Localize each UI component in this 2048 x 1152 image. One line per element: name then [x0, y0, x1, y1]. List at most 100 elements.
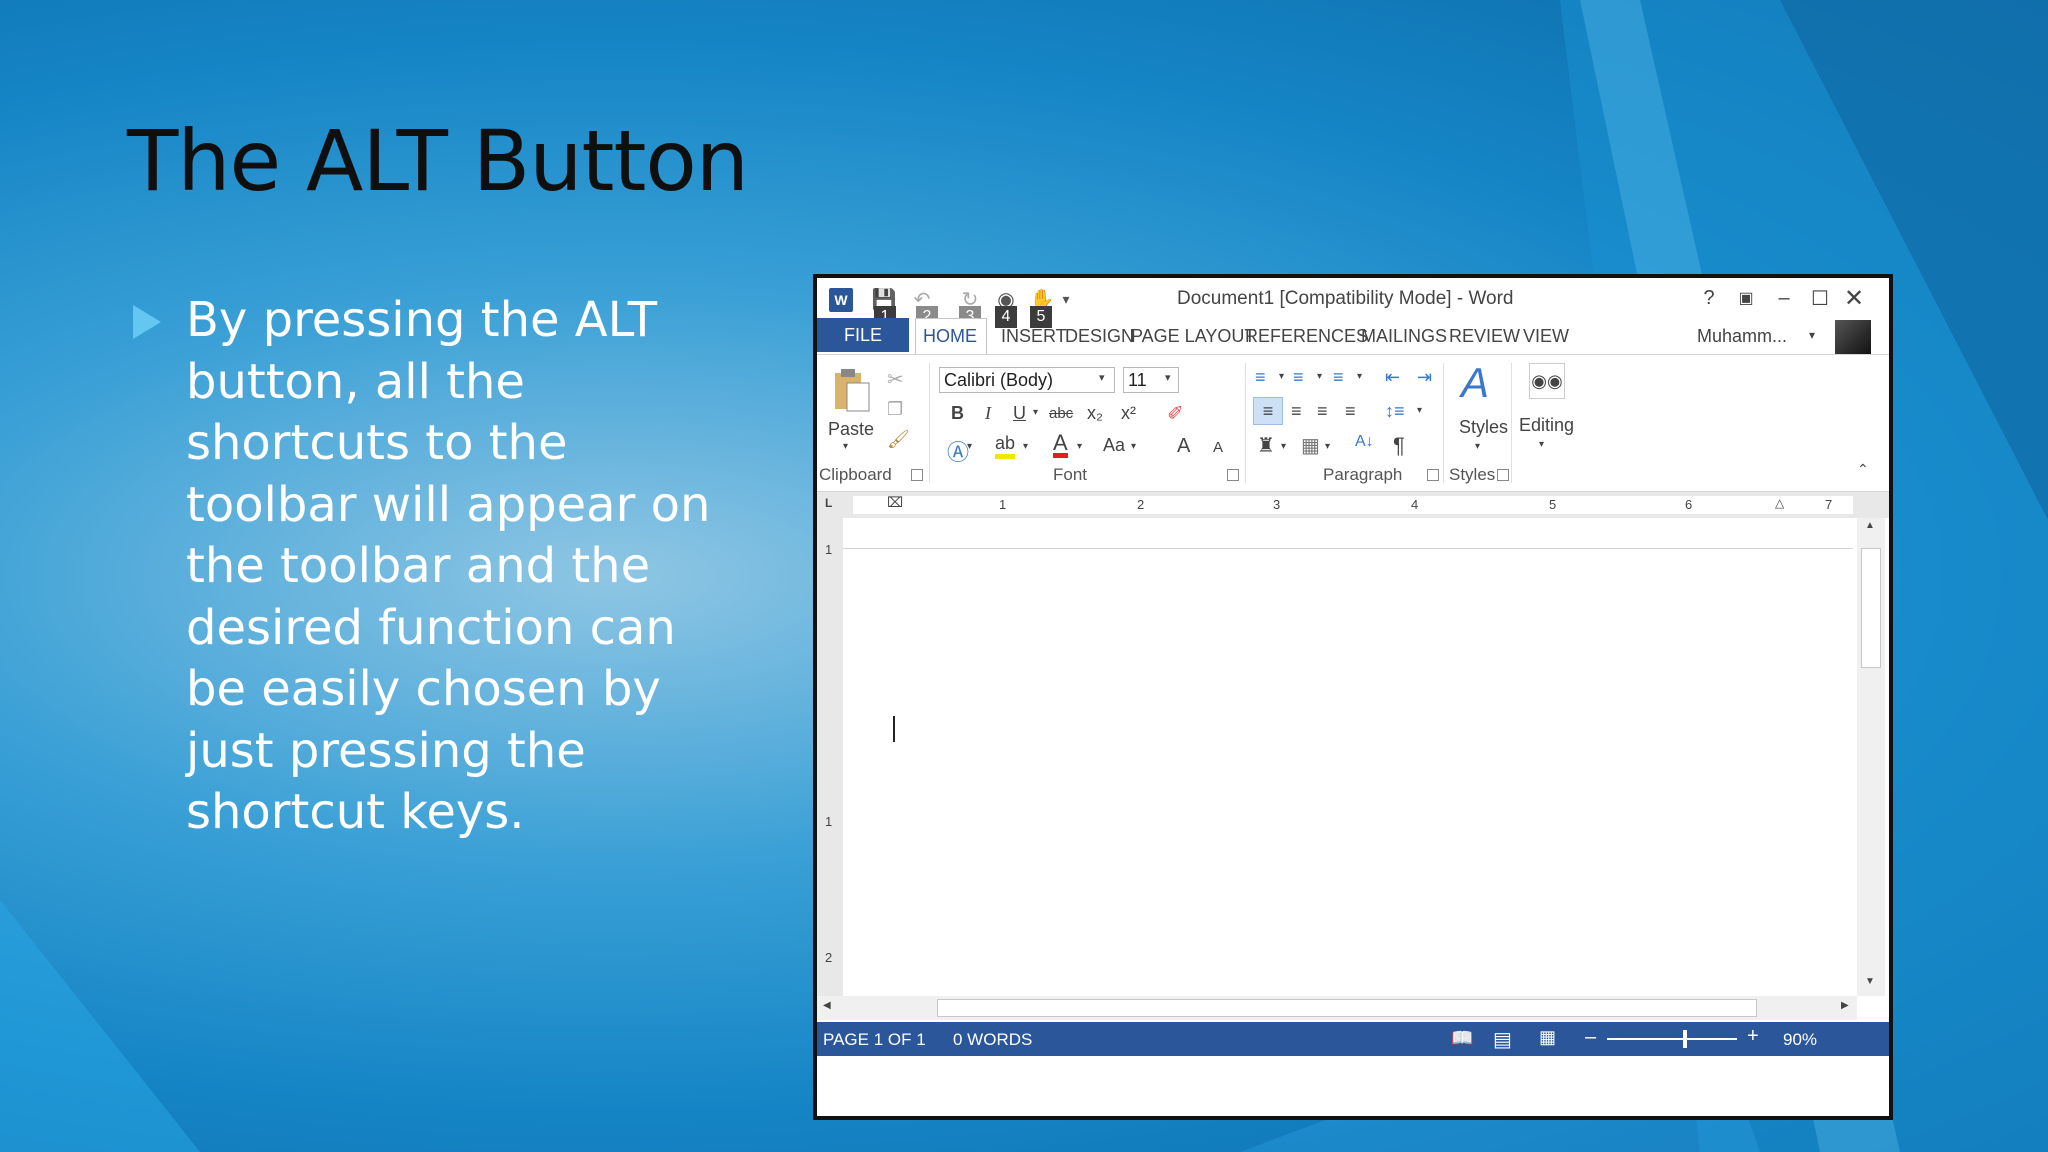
help-button[interactable]: ? — [1692, 284, 1726, 312]
multilevel-list-icon[interactable]: ≡ — [1333, 367, 1344, 388]
paste-dropdown-icon[interactable]: ▾ — [843, 441, 848, 452]
clipboard-launcher-icon[interactable] — [911, 469, 923, 481]
horizontal-ruler[interactable]: 1 2 3 4 5 6 7 ⌧ △ — [853, 494, 1853, 514]
user-name[interactable]: Muhamm... — [1697, 326, 1787, 347]
page-count[interactable]: PAGE 1 OF 1 — [823, 1030, 926, 1050]
decrease-indent-icon[interactable]: ⇤ — [1385, 367, 1400, 388]
tab-home[interactable]: HOME — [923, 326, 977, 347]
collapse-ribbon-icon[interactable]: ⌃ — [1857, 461, 1869, 478]
numbering-icon[interactable]: ≡ — [1293, 367, 1304, 388]
scroll-right-icon[interactable]: ▶ — [1841, 1000, 1849, 1011]
horizontal-scrollbar[interactable]: ◀ ▶ — [817, 996, 1857, 1020]
tab-view[interactable]: VIEW — [1523, 326, 1569, 347]
paragraph-launcher-icon[interactable] — [1427, 469, 1439, 481]
bold-button[interactable]: B — [951, 403, 964, 424]
word-count[interactable]: 0 WORDS — [953, 1030, 1032, 1050]
tab-insert[interactable]: INSERT — [1001, 326, 1067, 347]
print-layout-icon[interactable]: ▤ — [1493, 1027, 1512, 1052]
numbering-dropdown-icon[interactable]: ▾ — [1317, 371, 1322, 382]
font-launcher-icon[interactable] — [1227, 469, 1239, 481]
zoom-level[interactable]: 90% — [1783, 1030, 1817, 1050]
highlight-dropdown-icon[interactable]: ▾ — [1023, 441, 1028, 452]
tab-design[interactable]: DESIGN — [1065, 326, 1134, 347]
indent-marker-icon[interactable]: ⌧ — [887, 494, 903, 511]
underline-dropdown-icon[interactable]: ▾ — [1033, 407, 1038, 418]
styles-icon[interactable]: A — [1461, 359, 1489, 407]
copy-icon[interactable]: ❐ — [887, 399, 903, 420]
styles-dropdown-icon[interactable]: ▾ — [1475, 441, 1480, 452]
text-effects-icon[interactable]: Ⓐ — [947, 435, 969, 467]
tab-selector-icon[interactable]: L — [825, 496, 832, 510]
superscript-button[interactable]: x² — [1121, 403, 1136, 424]
underline-button[interactable]: U — [1013, 403, 1026, 424]
horizontal-scroll-thumb[interactable] — [937, 999, 1757, 1017]
grow-font-button[interactable]: A — [1177, 435, 1190, 458]
align-left-icon[interactable]: ≡ — [1253, 397, 1283, 425]
shrink-font-button[interactable]: A — [1213, 439, 1223, 456]
font-size-dropdown-icon[interactable]: ▾ — [1165, 371, 1171, 384]
highlight-color-icon[interactable]: ab — [995, 433, 1016, 459]
tab-review[interactable]: REVIEW — [1449, 326, 1520, 347]
show-hide-marks-icon[interactable]: ¶ — [1393, 433, 1405, 459]
close-icon[interactable]: ✕ — [1837, 284, 1871, 312]
line-spacing-icon[interactable]: ↕≡ — [1385, 401, 1405, 422]
change-case-dropdown-icon[interactable]: ▾ — [1131, 441, 1136, 452]
align-right-icon[interactable]: ≡ — [1317, 401, 1328, 422]
font-color-icon[interactable]: A — [1053, 432, 1068, 458]
zoom-out-icon[interactable]: – — [1585, 1026, 1596, 1049]
subscript-button[interactable]: x₂ — [1087, 403, 1103, 424]
multilevel-dropdown-icon[interactable]: ▾ — [1357, 371, 1362, 382]
paste-icon[interactable] — [829, 365, 873, 415]
line-spacing-dropdown-icon[interactable]: ▾ — [1417, 405, 1422, 416]
justify-icon[interactable]: ≡ — [1345, 401, 1356, 422]
change-case-button[interactable]: Aa — [1103, 435, 1125, 456]
italic-button[interactable]: I — [985, 403, 991, 424]
scroll-down-icon[interactable]: ▼ — [1865, 976, 1875, 987]
right-indent-marker-icon[interactable]: △ — [1775, 496, 1784, 510]
bullets-icon[interactable]: ≡ — [1255, 367, 1266, 388]
scroll-up-icon[interactable]: ▲ — [1865, 520, 1875, 531]
bullets-dropdown-icon[interactable]: ▾ — [1279, 371, 1284, 382]
customize-qat-icon[interactable]: ▾ — [1053, 286, 1079, 312]
tab-references[interactable]: REFERENCES — [1245, 326, 1368, 347]
minimize-icon[interactable]: – — [1767, 284, 1801, 312]
vertical-scrollbar[interactable]: ▲ ▼ — [1857, 518, 1885, 996]
zoom-slider-thumb[interactable] — [1683, 1030, 1687, 1048]
borders-dropdown-icon[interactable]: ▾ — [1325, 441, 1330, 452]
read-mode-icon[interactable]: 📖 — [1451, 1028, 1473, 1049]
avatar[interactable] — [1835, 320, 1871, 354]
vertical-scroll-thumb[interactable] — [1861, 548, 1881, 668]
tab-mailings[interactable]: MAILINGS — [1361, 326, 1447, 347]
editing-button[interactable]: Editing — [1519, 415, 1574, 436]
ribbon-display-options-icon[interactable]: ▣ — [1729, 284, 1763, 312]
window-title: Document1 [Compatibility Mode] - Word — [1177, 288, 1514, 309]
web-layout-icon[interactable]: ▦ — [1539, 1027, 1556, 1048]
font-name-combobox[interactable]: Calibri (Body) — [939, 367, 1115, 393]
text-effects-dropdown-icon[interactable]: ▾ — [967, 441, 972, 452]
styles-launcher-icon[interactable] — [1497, 469, 1509, 481]
binoculars-icon[interactable]: ◉◉ — [1529, 363, 1565, 399]
scroll-left-icon[interactable]: ◀ — [823, 1000, 831, 1011]
zoom-slider[interactable] — [1607, 1038, 1737, 1040]
font-color-dropdown-icon[interactable]: ▾ — [1077, 441, 1082, 452]
shading-icon[interactable]: ♜ — [1257, 433, 1275, 458]
align-center-icon[interactable]: ≡ — [1291, 401, 1302, 422]
zoom-in-icon[interactable]: + — [1747, 1025, 1759, 1048]
paste-button[interactable]: Paste — [828, 419, 874, 440]
increase-indent-icon[interactable]: ⇥ — [1417, 367, 1432, 388]
cut-icon[interactable]: ✂ — [887, 367, 904, 392]
clear-formatting-icon[interactable]: ✐ — [1167, 401, 1184, 426]
styles-button[interactable]: Styles — [1459, 417, 1508, 438]
strikethrough-button[interactable]: abc — [1049, 405, 1073, 422]
editing-dropdown-icon[interactable]: ▾ — [1539, 439, 1544, 450]
tab-page-layout[interactable]: PAGE LAYOUT — [1131, 326, 1255, 347]
shading-dropdown-icon[interactable]: ▾ — [1281, 441, 1286, 452]
format-painter-icon[interactable]: 🖌 — [887, 429, 910, 450]
vertical-ruler[interactable]: 1 1 2 — [817, 518, 843, 996]
document-page[interactable] — [843, 518, 1853, 996]
user-dropdown-icon[interactable]: ▾ — [1809, 328, 1815, 342]
sort-icon[interactable]: A↓ — [1355, 433, 1374, 451]
maximize-icon[interactable]: ☐ — [1803, 284, 1837, 312]
borders-icon[interactable]: ▦ — [1301, 433, 1320, 458]
font-name-dropdown-icon[interactable]: ▾ — [1099, 371, 1105, 384]
